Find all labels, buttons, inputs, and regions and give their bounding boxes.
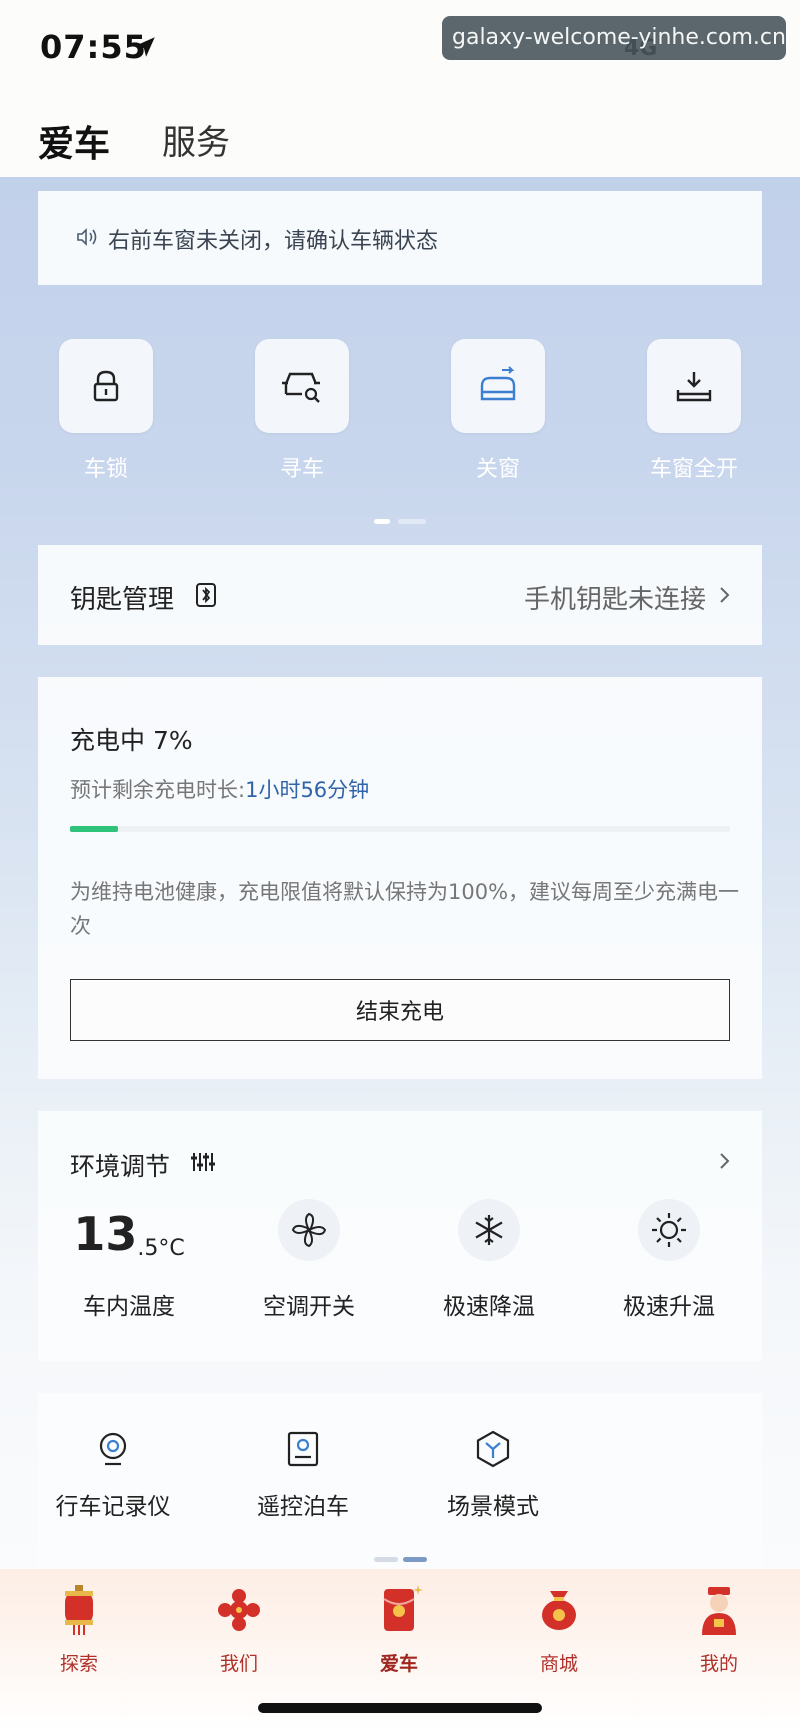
nav-label: 我们 [219,1653,258,1675]
function-label: 遥控泊车 [257,1494,349,1520]
nav-me[interactable]: 我的 [664,1583,774,1676]
rapid-heating[interactable]: 极速升温 [594,1199,744,1321]
main-content[interactable]: 右前车窗未关闭，请确认车辆状态 车锁 寻车 关窗 车窗全开 钥匙管理 手机钥匙未… [0,177,800,1569]
phone-key-status: 手机钥匙未连接 [523,585,706,615]
nav-explore[interactable]: 探索 [24,1583,134,1676]
control-lock[interactable]: 车锁 [36,339,176,483]
fan-icon [291,1212,327,1248]
dashcam-function[interactable]: 行车记录仪 [38,1429,188,1521]
env-label: 极速升温 [623,1294,715,1320]
env-label: 空调开关 [263,1294,355,1320]
key-management-row[interactable]: 钥匙管理 手机钥匙未连接 [38,545,762,645]
chinese-knot-icon [218,1589,260,1631]
close-window-icon [480,366,516,401]
function-label: 行车记录仪 [55,1494,171,1520]
control-find-car[interactable]: 寻车 [232,339,372,483]
control-close-window[interactable]: 关窗 [428,339,568,483]
control-label: 车窗全开 [649,457,738,482]
status-bar: 07:55 4G galaxy-welcome-yinhe.com.cn [0,0,800,95]
charging-remaining: 预计剩余充电时长:1小时56分钟 [70,774,369,804]
remaining-label: 预计剩余充电时长: [70,778,246,802]
ac-switch[interactable]: 空调开关 [234,1199,384,1321]
lantern-icon [65,1585,93,1635]
charging-title: 充电中 7% [70,726,193,755]
open-window-icon [676,372,712,402]
nav-my-car[interactable]: 爱车 [344,1583,454,1676]
red-envelope-icon [383,1585,423,1631]
nav-label: 我的 [699,1653,738,1675]
nav-label: 探索 [59,1653,98,1675]
environment-title: 环境调节 [70,1152,171,1181]
lock-icon [93,370,119,402]
control-label: 关窗 [475,457,520,482]
function-label: 场景模式 [447,1494,539,1520]
sun-icon [652,1213,686,1247]
notice-text: 右前车窗未关闭，请确认车辆状态 [108,229,439,254]
environment-card: 环境调节 13.5°C 车内温度 空调开关 极速降温 极速升温 [38,1111,762,1361]
fortune-god-icon [702,1587,736,1635]
control-open-all-windows[interactable]: 车窗全开 [624,339,764,483]
control-label: 车锁 [83,457,128,482]
env-label: 车内温度 [83,1294,175,1320]
speaker-icon [77,228,97,246]
rapid-cooling[interactable]: 极速降温 [414,1199,564,1321]
notice-banner[interactable]: 右前车窗未关闭，请确认车辆状态 [38,191,762,285]
functions-card: 行车记录仪 遥控泊车 场景模式 [38,1393,762,1569]
location-arrow-icon [135,37,155,57]
end-charging-button[interactable]: 结束充电 [70,979,730,1041]
temperature-decimal: .5°C [137,1236,185,1261]
page-indicator [374,509,427,528]
adjust-sliders-icon [191,1153,215,1171]
remaining-value: 1小时56分钟 [245,778,370,802]
control-label: 寻车 [279,457,324,482]
dashcam-icon [99,1432,127,1466]
scene-mode-function[interactable]: 场景模式 [418,1429,568,1521]
snowflake-icon [475,1215,503,1245]
scene-mode-icon [476,1430,510,1468]
tab-my-car[interactable]: 爱车 [38,115,110,167]
money-bag-icon [542,1591,576,1630]
charging-tip: 为维持电池健康，充电限值将默认保持为100%，建议每周至少充满电一次 [70,880,740,938]
key-management-title: 钥匙管理 [70,585,175,615]
remote-parking-icon [287,1431,319,1467]
bluetooth-icon [196,583,216,607]
chevron-right-icon[interactable] [716,1151,732,1171]
functions-page-indicator [374,1547,428,1566]
status-time: 07:55 [40,28,147,66]
temperature-value: 13 [73,1207,138,1261]
charging-progress-fill [70,826,118,832]
find-car-icon [282,372,320,403]
env-label: 极速降温 [443,1294,535,1320]
top-tabs: 爱车 服务 [0,95,800,177]
nav-mall[interactable]: 商城 [504,1583,614,1676]
tab-service[interactable]: 服务 [162,115,230,164]
nav-label: 爱车 [379,1653,418,1675]
watermark-banner: galaxy-welcome-yinhe.com.cn [442,16,786,60]
charging-progress-bar [70,826,730,832]
nav-us[interactable]: 我们 [184,1583,294,1676]
remote-parking-function[interactable]: 遥控泊车 [228,1429,378,1521]
cabin-temperature: 13.5°C 车内温度 [54,1199,204,1321]
charging-card: 充电中 7% 预计剩余充电时长:1小时56分钟 为维持电池健康，充电限值将默认保… [38,677,762,1079]
home-indicator [258,1703,542,1713]
chevron-right-icon [720,587,730,603]
nav-label: 商城 [539,1653,578,1675]
